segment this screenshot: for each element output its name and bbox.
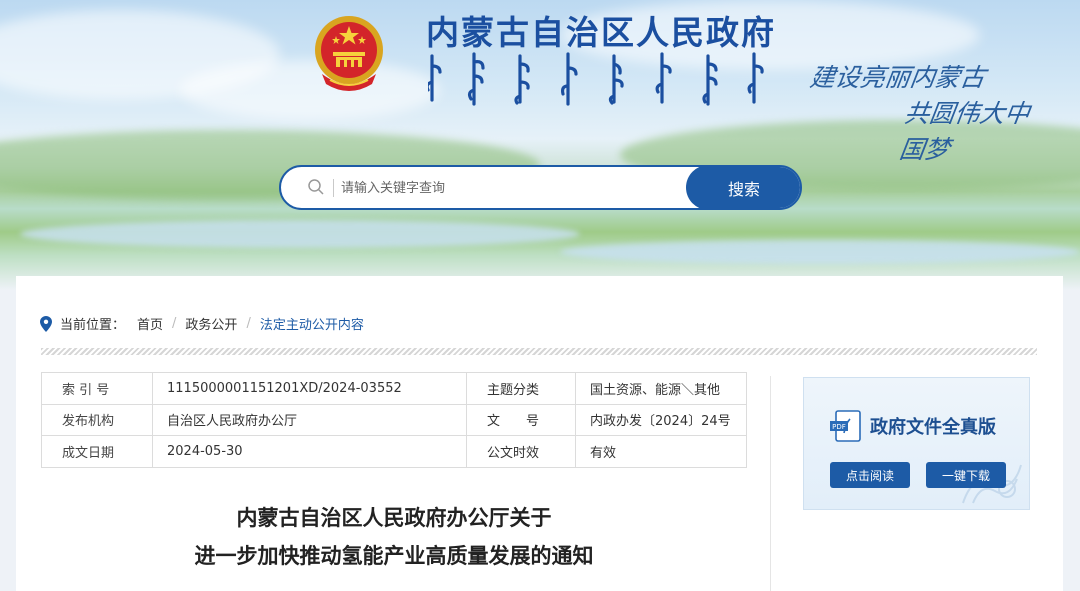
full-text-version-panel: PDF 政府文件全真版 点击阅读 一键下载 — [803, 377, 1030, 510]
header-banner: 内蒙古自治区人民政府 建设亮丽内蒙古 共圆伟大中国梦 搜索 — [0, 0, 1080, 290]
breadcrumb: 当前位置： 首页 / 政务公开 / 法定主动公开内容 — [40, 314, 364, 333]
meta-key: 主题分类 — [466, 372, 576, 405]
breadcrumb-separator: / — [172, 316, 177, 331]
read-online-button[interactable]: 点击阅读 — [830, 462, 910, 488]
svg-text:PDF: PDF — [832, 423, 846, 431]
search-bar: 搜索 — [279, 165, 802, 210]
meta-value: 2024-05-30 — [152, 435, 467, 468]
meta-key: 成文日期 — [41, 435, 153, 468]
document-title: 内蒙古自治区人民政府办公厅关于 进一步加快推动氢能产业高质量发展的通知 — [41, 499, 747, 575]
content-card: 当前位置： 首页 / 政务公开 / 法定主动公开内容 索 引 号 1115000… — [16, 276, 1063, 591]
cloud-decoration — [180, 60, 440, 120]
meta-key: 公文时效 — [466, 435, 576, 468]
document-title-line1: 内蒙古自治区人民政府办公厅关于 — [236, 506, 552, 530]
meta-key: 发布机构 — [41, 403, 153, 436]
hatched-divider — [41, 348, 1037, 355]
table-row: 发布机构 自治区人民政府办公厅 文 号 内政办发〔2024〕24号 — [41, 403, 747, 436]
meta-key: 索 引 号 — [41, 372, 153, 405]
breadcrumb-current[interactable]: 法定主动公开内容 — [260, 314, 364, 333]
meta-value: 国土资源、能源＼其他 — [575, 372, 747, 405]
search-button[interactable]: 搜索 — [686, 167, 800, 208]
breadcrumb-label: 当前位置： — [60, 318, 126, 333]
national-emblem-icon — [315, 16, 383, 91]
meta-value: 自治区人民政府办公厅 — [152, 403, 467, 436]
meta-key: 文 号 — [466, 403, 576, 436]
breadcrumb-home[interactable]: 首页 — [137, 314, 163, 333]
lake-decoration — [20, 220, 580, 248]
download-button[interactable]: 一键下载 — [926, 462, 1006, 488]
meta-value: 有效 — [575, 435, 747, 468]
location-pin-icon — [40, 315, 52, 332]
column-divider — [770, 376, 771, 591]
meta-value: 1115000001151201XD/2024-03552 — [152, 372, 467, 405]
breadcrumb-gov-affairs[interactable]: 政务公开 — [185, 314, 237, 333]
search-divider — [333, 179, 334, 197]
slogan-line2: 共圆伟大中国梦 — [897, 99, 1032, 164]
table-row: 索 引 号 1115000001151201XD/2024-03552 主题分类… — [41, 372, 747, 405]
table-row: 成文日期 2024-05-30 公文时效 有效 — [41, 435, 747, 468]
meta-value: 内政办发〔2024〕24号 — [575, 403, 747, 436]
pdf-icon: PDF — [830, 410, 861, 442]
side-panel-title: 政府文件全真版 — [870, 417, 996, 438]
search-icon — [308, 179, 324, 195]
search-input[interactable] — [341, 175, 681, 201]
lake-decoration — [560, 240, 1080, 264]
mongolian-script-title — [428, 52, 764, 106]
site-title[interactable]: 内蒙古自治区人民政府 — [426, 6, 776, 54]
slogan-line1: 建设亮丽内蒙古 — [808, 63, 988, 92]
document-title-line2: 进一步加快推动氢能产业高质量发展的通知 — [194, 544, 594, 568]
document-meta-table: 索 引 号 1115000001151201XD/2024-03552 主题分类… — [41, 372, 747, 468]
slogan: 建设亮丽内蒙古 共圆伟大中国梦 — [808, 60, 1050, 164]
breadcrumb-separator: / — [246, 316, 251, 331]
